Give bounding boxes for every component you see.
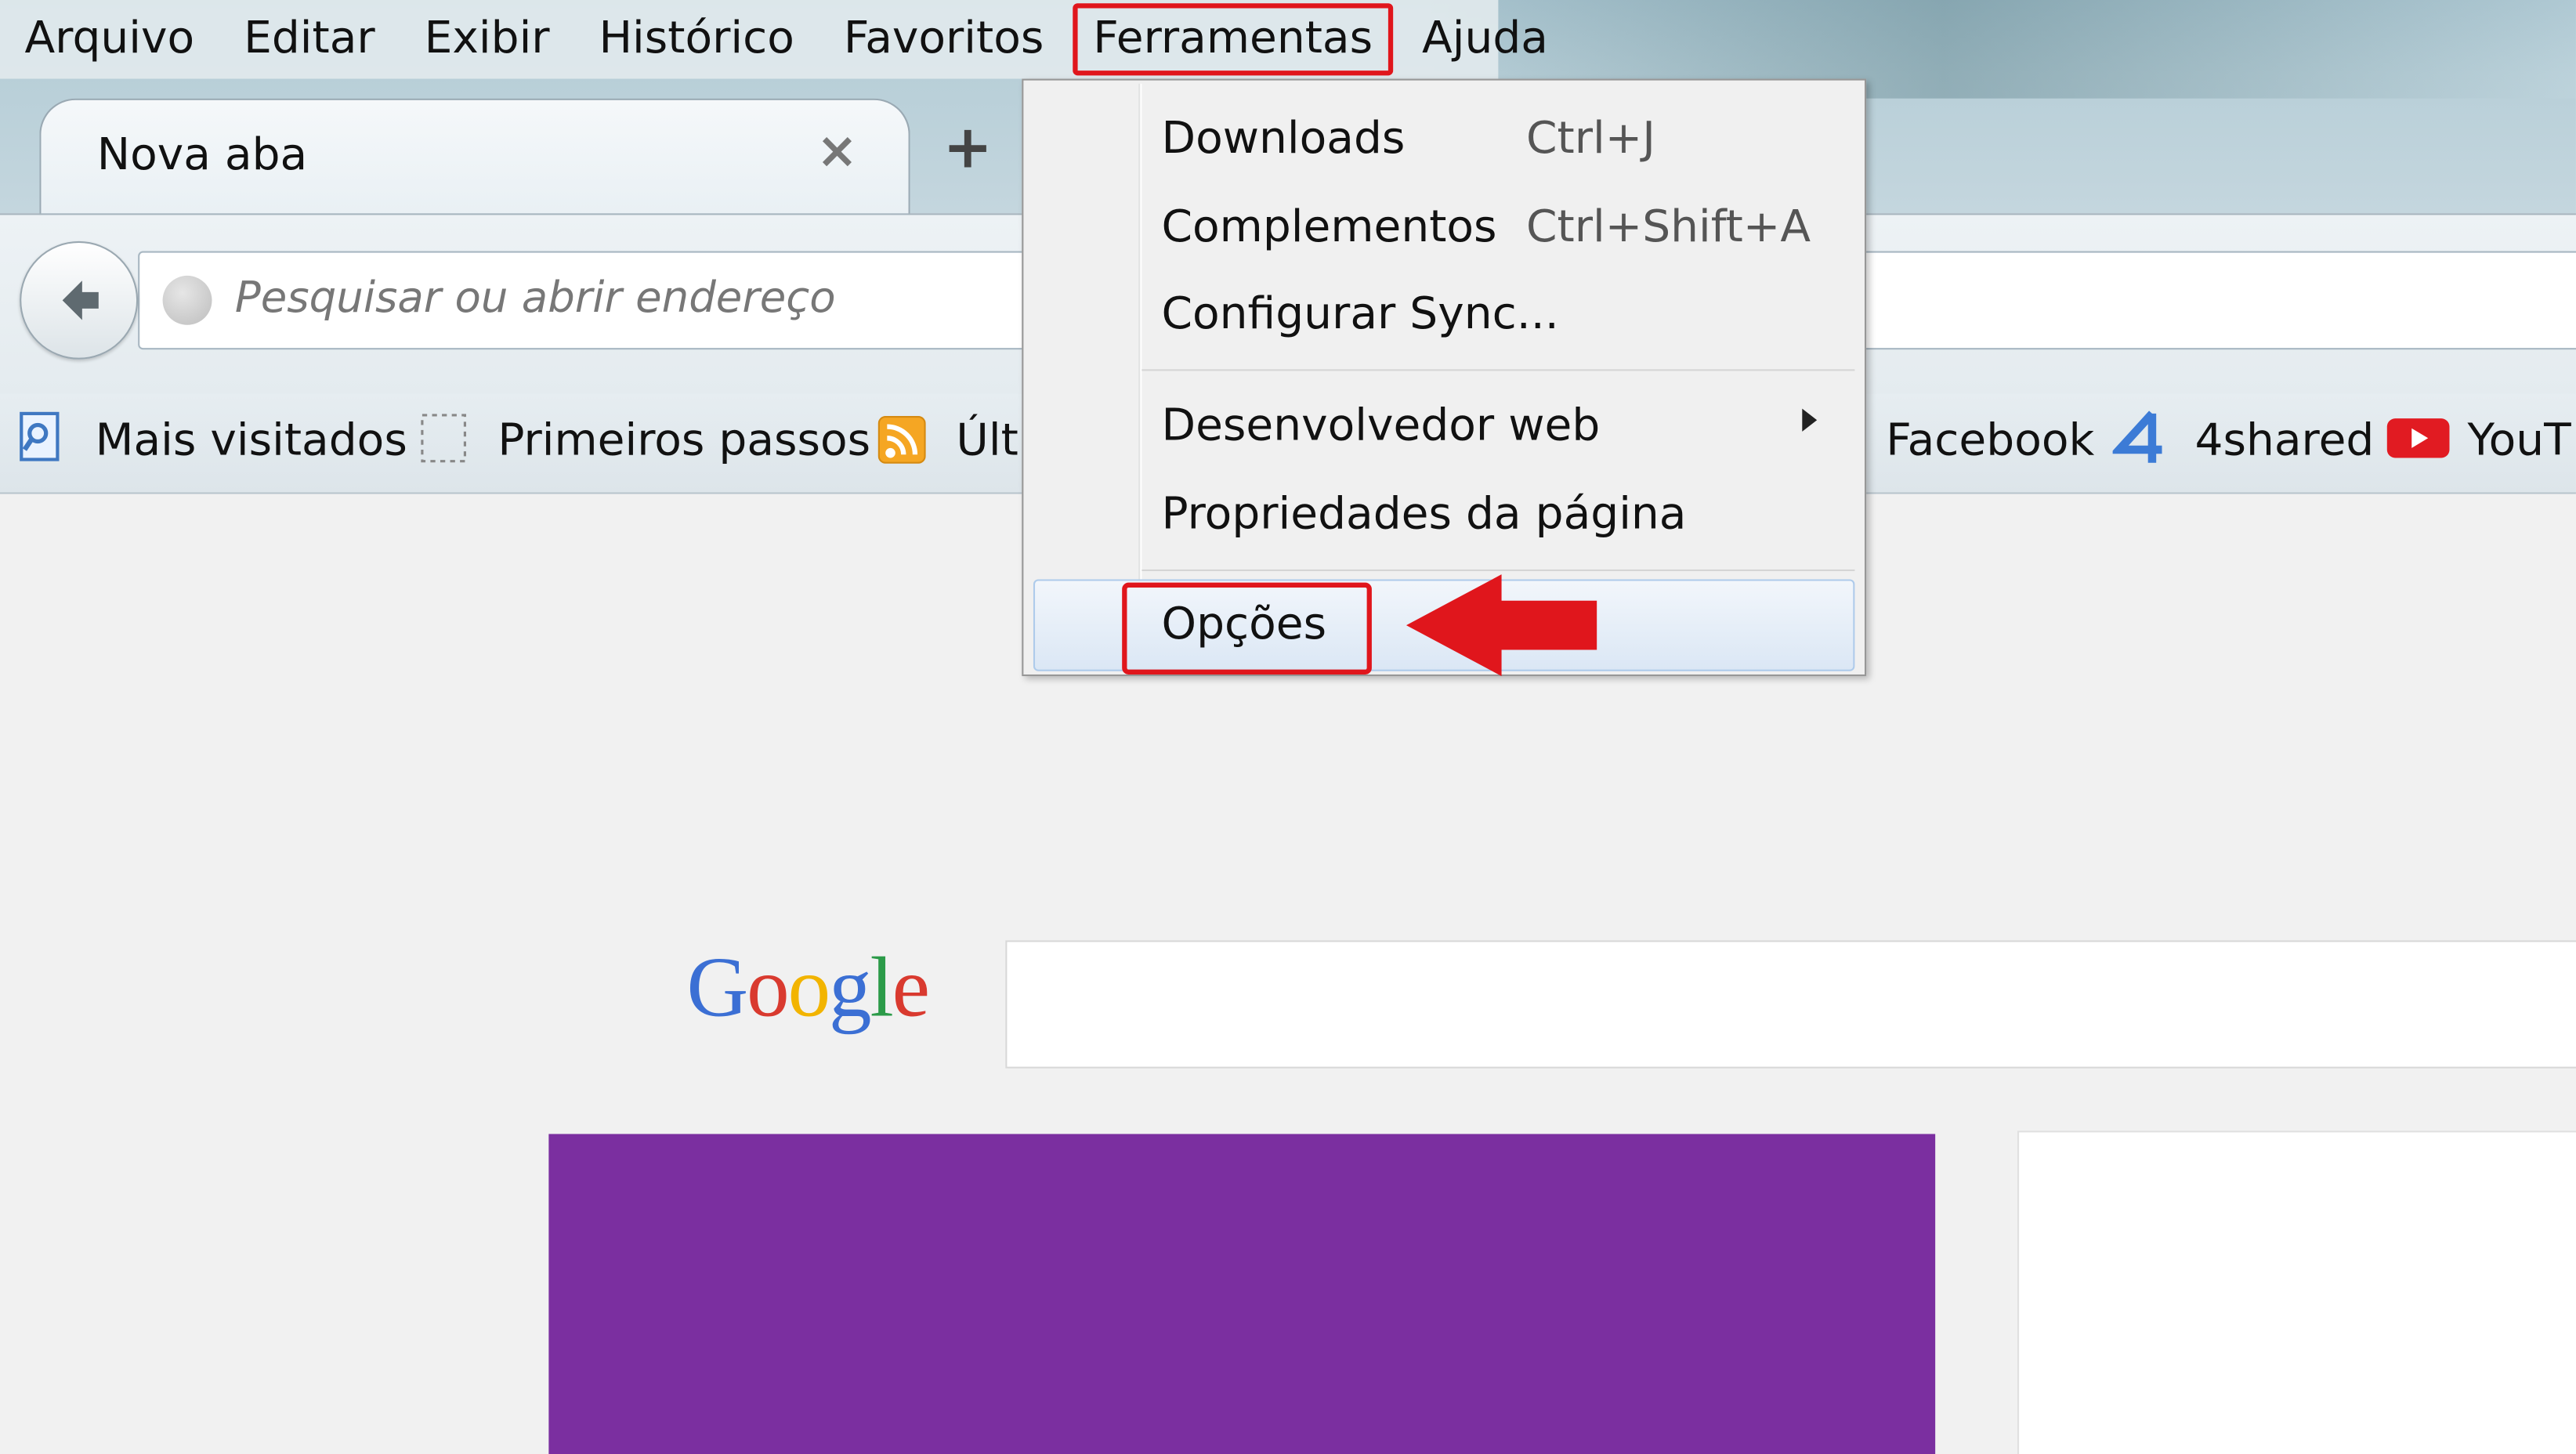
menu-item-desenvolvedor-web[interactable]: Desenvolvedor web (1162, 400, 1601, 451)
submenu-arrow-icon (1802, 408, 1818, 432)
top-site-tile[interactable] (548, 1134, 1936, 1454)
new-tab-plus-icon[interactable]: + (943, 115, 993, 183)
annotation-highlight-box (1122, 582, 1372, 675)
bookmark-youtube[interactable]: YouT (2468, 415, 2571, 466)
blank-page-icon (421, 414, 466, 463)
menu-arquivo[interactable]: Arquivo (0, 3, 219, 75)
menu-bar: Arquivo Editar Exibir Histórico Favorito… (0, 0, 1548, 79)
google-logo: Google (686, 942, 931, 1036)
menu-item-downloads[interactable]: Downloads (1162, 114, 1406, 165)
bookmark-facebook[interactable]: Facebook (1886, 415, 2094, 466)
menu-separator (1141, 369, 1855, 371)
globe-icon (162, 275, 212, 325)
back-arrow-icon[interactable] (20, 241, 139, 360)
menu-exibir[interactable]: Exibir (400, 3, 574, 75)
google-search-input[interactable] (1005, 940, 2576, 1069)
menu-item-complementos[interactable]: Complementos (1162, 202, 1497, 253)
tab-nova-aba[interactable]: Nova aba × (39, 98, 910, 215)
menu-favoritos[interactable]: Favoritos (819, 3, 1068, 75)
annotation-arrow-icon (1406, 574, 1597, 677)
shortcut-complementos: Ctrl+Shift+A (1526, 201, 1811, 253)
close-icon[interactable]: × (816, 123, 858, 180)
tab-title: Nova aba (96, 129, 308, 181)
4shared-icon (2112, 411, 2162, 463)
menu-ajuda[interactable]: Ajuda (1398, 3, 1573, 75)
menu-item-propriedades-da-pagina[interactable]: Propriedades da página (1162, 489, 1687, 540)
menu-item-configurar-sync[interactable]: Configurar Sync... (1162, 289, 1559, 340)
url-placeholder: Pesquisar ou abrir endereço (234, 273, 836, 324)
bookmark-4shared[interactable]: 4shared (2194, 415, 2374, 466)
browser-window: Arquivo Editar Exibir Histórico Favorito… (0, 0, 2576, 1454)
bookmark-ultimas[interactable]: Últ (956, 415, 1018, 466)
menu-historico[interactable]: Histórico (574, 3, 819, 75)
menu-separator (1141, 569, 1855, 571)
bookmark-primeiros-passos[interactable]: Primeiros passos (497, 415, 870, 466)
youtube-icon (2386, 418, 2450, 458)
menu-ferramentas[interactable]: Ferramentas (1073, 3, 1393, 76)
most-visited-icon (20, 411, 60, 461)
menu-editar[interactable]: Editar (219, 3, 400, 75)
top-site-tile-blank[interactable] (2017, 1130, 2576, 1454)
bookmark-mais-visitados[interactable]: Mais visitados (96, 415, 407, 466)
shortcut-downloads: Ctrl+J (1526, 113, 1655, 165)
rss-feed-icon (877, 416, 926, 464)
